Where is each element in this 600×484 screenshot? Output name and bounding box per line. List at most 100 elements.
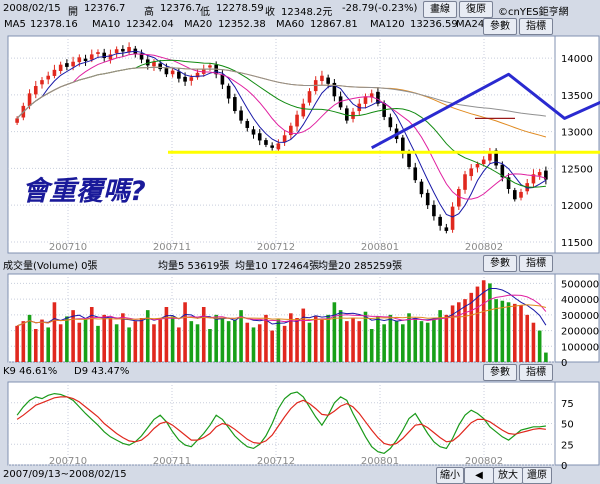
price-y-tick-label: 11500	[561, 238, 593, 249]
price-y-tick-label: 13000	[561, 128, 593, 139]
kd-indicator-button[interactable]: 指標	[519, 364, 553, 381]
kd-plot-area	[7, 381, 556, 466]
candle-body	[326, 77, 330, 84]
ma120-value: 13236.59	[410, 19, 458, 30]
volume-bar	[425, 322, 430, 362]
volume-bar	[537, 330, 542, 362]
volume-bar	[89, 307, 94, 362]
price-params-button[interactable]: 參數	[483, 18, 517, 35]
volume-bar	[363, 311, 368, 362]
candle-body	[233, 97, 237, 112]
volume-indicator-button[interactable]: 指標	[519, 255, 553, 272]
candle-body	[239, 110, 243, 121]
volume-bar	[52, 302, 57, 362]
candle-body	[456, 189, 461, 207]
volume-bar	[531, 322, 536, 362]
volume-bar	[245, 322, 250, 362]
volume-bar	[226, 321, 231, 362]
candle-body	[133, 48, 138, 55]
candle-body	[257, 133, 262, 141]
k9-value: K9 46.61%	[3, 366, 58, 377]
candle-body	[46, 75, 51, 80]
kd-series	[16, 391, 546, 455]
restore-button[interactable]: 復原	[459, 1, 493, 18]
candle-body	[127, 47, 131, 53]
candle-body	[320, 75, 324, 82]
volume-bar	[233, 319, 237, 362]
volume-title: 成交量(Volume) 0張	[3, 261, 98, 272]
volume-bar	[276, 319, 281, 362]
candle-body	[152, 61, 156, 67]
open-value: 12376.7	[84, 3, 126, 14]
volume-bar	[494, 299, 498, 362]
candle-body	[407, 153, 411, 167]
drawn-overlays	[168, 72, 600, 154]
kd-y-tick-label: 75	[561, 399, 574, 410]
volume-bar	[326, 314, 330, 362]
candle-body	[65, 63, 69, 67]
ma20-value: 12352.38	[218, 19, 266, 30]
candle-body	[108, 54, 113, 60]
candle-body	[83, 58, 88, 62]
volume-bar	[295, 318, 299, 362]
candle-body	[475, 163, 480, 168]
kd-params-button[interactable]: 參數	[483, 364, 517, 381]
ma10-label: MA10	[92, 19, 121, 30]
candle-body	[537, 172, 542, 176]
price-panel: 11500 12000 12500 13000 13500 14000 200710 2007…	[7, 35, 600, 254]
candle-body	[307, 91, 312, 103]
draw-line-button[interactable]: 畫線	[423, 1, 457, 18]
volume-bar	[133, 321, 138, 362]
blue-trend-line	[370, 72, 600, 150]
candle-body	[544, 170, 548, 180]
volume-bar	[145, 310, 150, 362]
change-value: -28.79(-0.23%)	[342, 3, 418, 14]
volume-bar	[544, 352, 548, 362]
volume-bar	[320, 319, 324, 362]
close-value: 12348.2元	[281, 7, 333, 18]
candle-body	[382, 103, 386, 117]
price-indicator-button[interactable]: 指標	[519, 18, 553, 35]
volume-params-button[interactable]: 參數	[483, 255, 517, 272]
volume-bar	[407, 313, 411, 362]
volume-panel: 0100000200000300000400000500000	[7, 273, 600, 369]
candle-body	[89, 54, 94, 60]
volume-bar	[220, 318, 225, 362]
kd-x-tick-label: 200710	[49, 456, 87, 467]
candle-body	[394, 128, 399, 139]
volume-ma10-line	[16, 294, 547, 327]
candle-body	[21, 105, 26, 118]
ma20-label: MA20	[184, 19, 213, 30]
vol-y-tick-label: 500000	[561, 279, 599, 290]
volume-bar	[481, 280, 486, 362]
price-series	[15, 42, 548, 234]
candle-body	[369, 93, 374, 98]
kd-x-tick-label: 200801	[361, 456, 399, 467]
candle-body	[195, 72, 200, 78]
reset-button[interactable]: 還原	[522, 467, 552, 484]
volume-ma10: 均量10 172464張	[235, 261, 320, 272]
candle-body	[158, 63, 162, 70]
volume-bar	[469, 292, 474, 362]
kd-axis-area	[554, 381, 600, 466]
volume-bar	[170, 316, 175, 362]
volume-bar	[139, 318, 144, 362]
ma10-value: 12342.04	[126, 19, 174, 30]
volume-ma20: 均量20 285259張	[318, 261, 403, 272]
kd-y-tick-label: 25	[561, 440, 574, 451]
low-label: 低	[200, 7, 210, 18]
candle-body	[220, 74, 225, 85]
volume-bar	[463, 299, 467, 362]
candle-body	[170, 70, 175, 75]
candle-body	[264, 140, 268, 145]
scroll-left-button[interactable]: ◀	[464, 467, 494, 484]
candle-body	[139, 53, 144, 60]
zoom-out-button[interactable]: 縮小	[436, 467, 464, 484]
candle-body	[363, 96, 368, 104]
price-x-tick-label: 200710	[49, 242, 87, 253]
zoom-in-button[interactable]: 放大	[493, 467, 523, 484]
volume-bar	[33, 329, 38, 362]
volume-bar	[65, 316, 69, 362]
ma60-value: 12867.81	[310, 19, 358, 30]
brand-label: ©cnYES鉅亨網	[498, 7, 569, 18]
